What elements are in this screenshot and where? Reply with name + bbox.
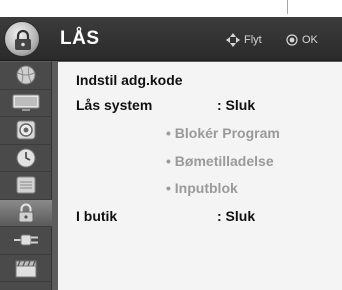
- block-program-item: • Blokér Program: [166, 125, 280, 141]
- globe-icon: [16, 65, 36, 85]
- sidebar-item-input[interactable]: [0, 227, 52, 255]
- menu-header: LÅS Flyt OK: [0, 17, 342, 61]
- move-hint: Flyt: [226, 33, 262, 47]
- sidebar-item-time[interactable]: [0, 145, 52, 172]
- ok-button-icon: [286, 34, 298, 46]
- clapper-icon: [15, 260, 37, 278]
- set-password-item[interactable]: Indstil adg.kode: [76, 72, 183, 88]
- in-store-value: : Sluk: [217, 208, 256, 224]
- lock-settings-panel: Indstil adg.kode Lås system : Sluk • Blo…: [58, 62, 342, 290]
- in-store-label[interactable]: I butik: [76, 208, 117, 224]
- page-title: LÅS: [60, 28, 100, 49]
- category-sidebar: [0, 62, 52, 290]
- sidebar-item-options[interactable]: [0, 172, 52, 200]
- parental-guidance-item: • Bømetilladelse: [166, 153, 274, 169]
- sidebar-item-audio[interactable]: [0, 117, 52, 145]
- move-hint-label: Flyt: [244, 34, 262, 46]
- speaker-icon: [16, 120, 36, 140]
- ok-hint: OK: [286, 33, 318, 47]
- lock-system-value: : Sluk: [217, 97, 256, 113]
- padlock-icon: [18, 203, 34, 223]
- navigate-arrows-icon: [226, 33, 240, 47]
- lock-system-label[interactable]: Lås system: [76, 97, 152, 113]
- ok-hint-label: OK: [302, 34, 318, 46]
- sidebar-item-channels[interactable]: [0, 62, 52, 90]
- clock-icon: [16, 148, 36, 168]
- menu-list-icon: [16, 176, 36, 194]
- sidebar-item-lock[interactable]: [0, 199, 52, 227]
- input-block-item: • Inputblok: [166, 180, 238, 196]
- lock-header-icon: [4, 21, 40, 57]
- sidebar-item-media[interactable]: [0, 255, 52, 282]
- sidebar-item-picture[interactable]: [0, 90, 52, 117]
- tv-screen-icon: [12, 94, 40, 111]
- tv-menu-screen: LÅS Flyt OK Indstil adg.kode Lås system …: [0, 17, 342, 290]
- top-border-line: [287, 0, 288, 14]
- plug-icon: [14, 234, 38, 246]
